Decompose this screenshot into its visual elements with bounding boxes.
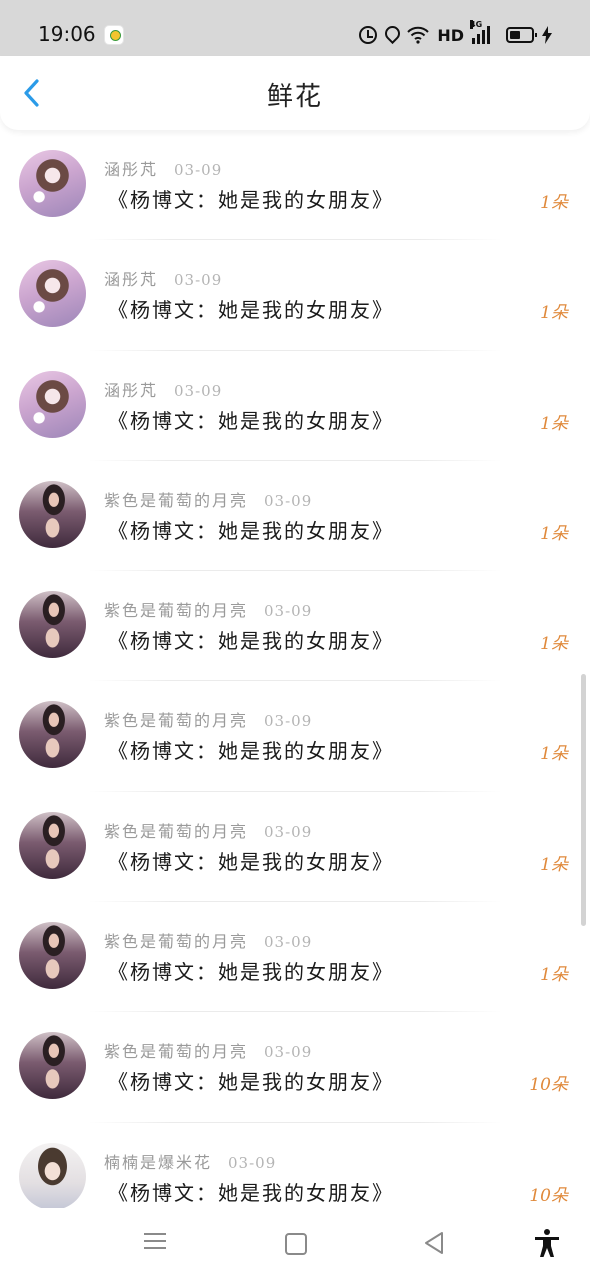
menu-button[interactable] <box>140 1228 170 1258</box>
list-item[interactable]: 紫色是葡萄的月亮 03-09 《杨博文：她是我的女朋友》 1朵 <box>0 792 590 903</box>
flower-count: 1朵 <box>540 854 568 875</box>
avatar[interactable] <box>19 1032 86 1100</box>
user-name: 紫色是葡萄的月亮 03-09 <box>104 597 312 621</box>
item-date: 03-09 <box>174 161 223 179</box>
item-date: 03-09 <box>264 822 313 841</box>
item-title: 《杨博文：她是我的女朋友》 <box>108 1180 394 1205</box>
alarm-icon <box>359 26 378 44</box>
item-title: 《杨博文：她是我的女朋友》 <box>108 518 394 543</box>
flower-count: 1朵 <box>540 744 568 765</box>
nav-back-button[interactable] <box>420 1228 450 1258</box>
charging-bolt-icon <box>542 26 552 44</box>
flower-count: 1朵 <box>540 413 568 434</box>
user-name: 紫色是葡萄的月亮 03-09 <box>104 928 312 952</box>
flower-count: 1朵 <box>540 523 568 544</box>
list-item[interactable]: 紫色是葡萄的月亮 03-09 《杨博文：她是我的女朋友》 1朵 <box>0 902 590 1013</box>
user-name: 楠楠是爆米花 03-09 <box>104 1149 276 1173</box>
item-title: 《杨博文：她是我的女朋友》 <box>108 960 394 985</box>
item-date: 03-09 <box>174 271 223 290</box>
location-icon <box>385 26 399 44</box>
avatar[interactable] <box>19 701 86 769</box>
avatar[interactable] <box>19 260 86 328</box>
list-item[interactable]: 紫色是葡萄的月亮 03-09 《杨博文：她是我的女朋友》 1朵 <box>0 681 590 793</box>
flower-count: 1朵 <box>540 193 568 213</box>
app-notification-icon <box>104 25 124 45</box>
user-name-text: 紫色是葡萄的月亮 <box>104 1042 249 1062</box>
flower-list: 涵彤芃 03-09 《杨博文：她是我的女朋友》 1朵 涵彤芃 03-09 《杨博文：她是我的… <box>0 130 590 1234</box>
item-title: 《杨博文：她是我的女朋友》 <box>108 629 394 654</box>
status-bar: 19:06 HD 4G <box>0 0 590 56</box>
scrollbar[interactable] <box>581 674 586 926</box>
item-date: 03-09 <box>228 1153 277 1172</box>
avatar[interactable] <box>19 1142 86 1210</box>
avatar[interactable] <box>19 922 86 990</box>
user-name: 紫色是葡萄的月亮 03-09 <box>104 707 312 731</box>
item-date: 03-09 <box>174 381 223 400</box>
user-name-text: 楠楠是爆米花 <box>104 1152 213 1172</box>
app-header: 鲜花 <box>0 56 590 130</box>
user-name-text: 紫色是葡萄的月亮 <box>104 490 249 510</box>
item-date: 03-09 <box>264 602 313 621</box>
avatar[interactable] <box>19 811 86 879</box>
item-title: 《杨博文：她是我的女朋友》 <box>108 408 394 433</box>
system-nav-bar <box>0 1208 590 1280</box>
status-time: 19:06 <box>38 22 96 46</box>
accessibility-icon <box>535 1229 559 1257</box>
item-date: 03-09 <box>264 933 313 952</box>
item-date: 03-09 <box>264 1043 313 1062</box>
list-item[interactable]: 涵彤芃 03-09 《杨博文：她是我的女朋友》 1朵 <box>0 130 590 241</box>
accessibility-button[interactable] <box>532 1228 562 1258</box>
wifi-icon <box>407 26 430 44</box>
triangle-back-icon <box>425 1232 443 1254</box>
item-title: 《杨博文：她是我的女朋友》 <box>108 849 394 874</box>
network-label: HD <box>437 25 464 45</box>
avatar[interactable] <box>19 150 86 217</box>
user-name: 涵彤芃 03-09 <box>104 266 222 290</box>
avatar[interactable] <box>19 480 86 548</box>
signal-icon: 4G <box>470 20 498 44</box>
page-title: 鲜花 <box>266 82 323 112</box>
flower-count: 1朵 <box>540 634 568 655</box>
user-name: 紫色是葡萄的月亮 03-09 <box>104 487 312 511</box>
list-item[interactable]: 涵彤芃 03-09 《杨博文：她是我的女朋友》 1朵 <box>0 351 590 462</box>
list-item[interactable]: 涵彤芃 03-09 《杨博文：她是我的女朋友》 1朵 <box>0 240 590 351</box>
list-item[interactable]: 紫色是葡萄的月亮 03-09 《杨博文：她是我的女朋友》 1朵 <box>0 571 590 682</box>
list-item[interactable]: 紫色是葡萄的月亮 03-09 《杨博文：她是我的女朋友》 10朵 <box>0 1012 590 1123</box>
status-icons: HD 4G <box>359 20 552 48</box>
avatar[interactable] <box>19 370 86 438</box>
item-title: 《杨博文：她是我的女朋友》 <box>108 1070 394 1095</box>
user-name-text: 涵彤芃 <box>104 270 159 290</box>
flower-count: 1朵 <box>540 303 568 324</box>
user-name: 涵彤芃 03-09 <box>104 156 222 180</box>
user-name-text: 紫色是葡萄的月亮 <box>104 711 249 731</box>
menu-icon <box>144 1233 166 1235</box>
flower-count: 10朵 <box>529 1185 568 1206</box>
user-name-text: 紫色是葡萄的月亮 <box>104 821 249 841</box>
user-name: 紫色是葡萄的月亮 03-09 <box>104 1038 312 1062</box>
user-name-text: 涵彤芃 <box>104 380 159 400</box>
item-title: 《杨博文：她是我的女朋友》 <box>108 739 394 764</box>
user-name-text: 紫色是葡萄的月亮 <box>104 932 249 952</box>
battery-icon <box>506 27 537 43</box>
item-date: 03-09 <box>264 712 313 731</box>
item-title: 《杨博文：她是我的女朋友》 <box>108 298 394 323</box>
user-name: 涵彤芃 03-09 <box>104 377 222 401</box>
user-name-text: 紫色是葡萄的月亮 <box>104 601 249 621</box>
user-name-text: 涵彤芃 <box>104 160 159 179</box>
list-item[interactable]: 紫色是葡萄的月亮 03-09 《杨博文：她是我的女朋友》 1朵 <box>0 461 590 572</box>
item-date: 03-09 <box>264 491 313 510</box>
avatar[interactable] <box>19 591 86 659</box>
flower-count: 1朵 <box>540 965 568 986</box>
flower-count: 10朵 <box>529 1075 568 1096</box>
home-button[interactable] <box>280 1228 310 1258</box>
signal-label: 4G <box>470 20 483 29</box>
item-title: 《杨博文：她是我的女朋友》 <box>108 188 394 212</box>
user-name: 紫色是葡萄的月亮 03-09 <box>104 818 312 842</box>
